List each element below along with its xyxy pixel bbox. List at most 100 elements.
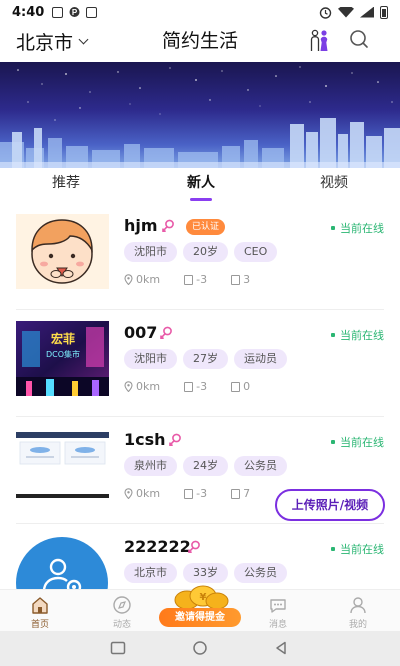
status-bar: 4:40 P [0,0,400,24]
age-tag: 20岁 [183,242,228,262]
online-status: 当前在线 [331,327,384,343]
photo-count-value: -3 [196,380,208,393]
gold-coins-icon: ¥ [174,585,229,610]
screenshot-avatar [16,428,109,503]
age-tag: 33岁 [183,563,228,583]
neon-poster-avatar: 宏菲 DCO集市 [16,321,109,396]
job-tag: 运动员 [234,349,287,369]
divider [16,416,384,417]
user-meta: 0km -3 0 [124,380,274,393]
alarm-icon [319,6,332,19]
user-name: 007 [124,323,158,342]
online-dot [331,333,335,337]
user-card[interactable]: hjm 已认证 当前在线 沈阳市 20岁 CEO 0km -3 3 [0,204,400,310]
online-dot [331,547,335,551]
search-icon[interactable] [349,29,369,49]
photo-icon [184,274,194,285]
distance-value: 0km [136,487,161,500]
city-tag: 泉州市 [124,456,177,476]
video-count: 0 [231,380,250,393]
online-dot [331,226,335,230]
photo-count-value: -3 [196,273,208,286]
video-icon [231,274,241,285]
female-icon [160,326,172,339]
profile-icon [350,597,366,614]
tab-video[interactable]: 视频 [294,168,374,202]
divider [16,523,384,524]
female-icon [169,433,181,446]
poster-title: 宏菲 [51,331,75,346]
female-icon [188,540,200,553]
job-tag: 公务员 [234,456,287,476]
status-left-icons: P [52,6,98,18]
system-nav-bar [0,631,400,666]
nav-home-label: 首页 [30,620,49,630]
compass-icon [113,596,131,614]
user-avatar[interactable] [16,535,109,597]
video-count-value: 0 [243,380,251,393]
user-name: 222222 [124,537,191,556]
nav-moments[interactable]: 动态 [92,590,152,632]
tab-recommend[interactable]: 推荐 [26,168,106,202]
user-avatar[interactable] [16,214,109,289]
online-text: 当前在线 [340,329,384,342]
city-tag: 沈阳市 [124,349,177,369]
city-tag: 沈阳市 [124,242,177,262]
user-tags: 沈阳市 20岁 CEO [124,242,278,262]
location-pin-icon [124,274,133,285]
home-button-icon[interactable] [192,641,208,657]
back-icon[interactable] [274,641,288,655]
nav-moments-label: 动态 [112,620,131,630]
photo-count: -3 [184,380,207,393]
online-status: 当前在线 [331,220,384,236]
video-count-value: 7 [243,487,251,500]
online-text: 当前在线 [340,543,384,556]
female-icon [162,219,174,232]
chat-icon [270,599,286,613]
online-dot [331,440,335,444]
status-time: 4:40 [12,4,45,20]
city-tag: 北京市 [124,563,177,583]
feed-tabs: 推荐 新人 视频 [0,168,400,202]
svg-text:P: P [72,8,78,17]
user-tags: 泉州市 24岁 公务员 [124,456,287,476]
cartoon-boy-avatar [16,214,109,289]
age-tag: 24岁 [183,456,228,476]
active-tab-indicator [190,198,212,201]
user-meta: 0km -3 3 [124,273,274,286]
tab-newcomers[interactable]: 新人 [161,168,241,202]
online-text: 当前在线 [340,436,384,449]
distance: 0km [124,273,160,286]
online-status: 当前在线 [331,541,384,557]
city-night-banner[interactable] [0,62,400,168]
upload-media-button[interactable]: 上传照片/视频 [275,489,385,521]
nav-messages[interactable]: 消息 [248,590,308,632]
app-title: 简约生活 [161,30,238,52]
nav-home[interactable]: 首页 [10,590,70,632]
user-name: 1csh [124,430,166,449]
invite-reward-button[interactable]: ¥ 邀请得提金 [159,584,241,630]
nav-profile[interactable]: 我的 [328,590,388,632]
user-name: hjm [124,216,158,235]
invite-label: 邀请得提金 [159,608,241,627]
poster-subtitle: DCO集市 [46,349,80,359]
user-meta: 0km -3 7 [124,487,274,500]
photo-icon [184,488,194,499]
couple-icon[interactable] [306,27,332,53]
recent-apps-icon[interactable] [110,641,126,655]
user-avatar[interactable]: 宏菲 DCO集市 [16,321,109,396]
user-avatar[interactable] [16,428,109,503]
svg-text:¥: ¥ [200,592,207,603]
sim-icon [86,6,98,18]
video-icon [231,381,241,392]
top-header: 北京市 简约生活 [0,24,400,58]
nav-messages-label: 消息 [268,620,287,630]
job-tag: 公务员 [234,563,287,583]
signal-icon [360,6,374,18]
photo-count-value: -3 [196,487,208,500]
user-card[interactable]: 宏菲 DCO集市 007 当前在线 沈阳市 27岁 运动员 0km -3 0 [0,311,400,417]
battery-icon [380,5,388,19]
photo-icon [184,381,194,392]
video-count: 7 [231,487,250,500]
distance-value: 0km [136,273,161,286]
